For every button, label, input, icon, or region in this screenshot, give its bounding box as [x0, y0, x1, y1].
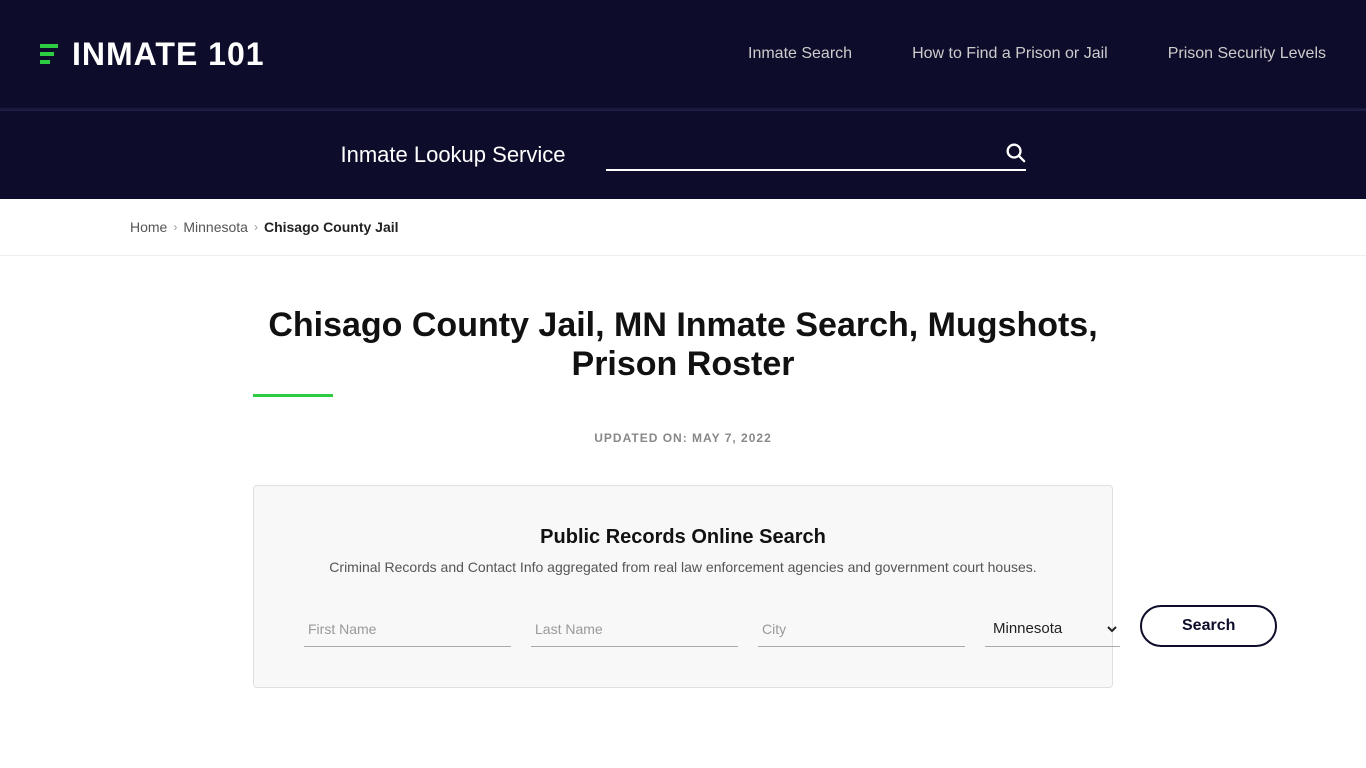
state-select-wrapper: AlabamaAlaskaArizonaArkansasCaliforniaCo… — [985, 611, 1120, 647]
search-input-wrapper — [606, 139, 1026, 171]
logo-text: INMATE 101 — [72, 36, 265, 73]
search-card-subtitle: Criminal Records and Contact Info aggreg… — [304, 559, 1062, 575]
search-bar: Inmate Lookup Service — [0, 110, 1366, 199]
breadcrumb-current: Chisago County Jail — [264, 219, 399, 235]
breadcrumb-state[interactable]: Minnesota — [183, 219, 248, 235]
chevron-icon: › — [173, 220, 177, 234]
search-icon-button[interactable] — [1004, 141, 1026, 163]
nav-links: Inmate Search How to Find a Prison or Ja… — [748, 45, 1326, 63]
search-form: AlabamaAlaskaArizonaArkansasCaliforniaCo… — [304, 605, 1062, 647]
last-name-field — [531, 613, 738, 647]
city-field — [758, 613, 965, 647]
nav-find-prison[interactable]: How to Find a Prison or Jail — [912, 45, 1108, 62]
navbar: INMATE 101 Inmate Search How to Find a P… — [0, 0, 1366, 110]
updated-date: UPDATED ON: MAY 7, 2022 — [253, 431, 1113, 445]
search-button[interactable]: Search — [1140, 605, 1277, 647]
first-name-field — [304, 613, 511, 647]
first-name-input[interactable] — [304, 613, 511, 647]
logo-link[interactable]: INMATE 101 — [40, 36, 265, 73]
nav-security-levels[interactable]: Prison Security Levels — [1168, 45, 1326, 62]
main-content: Chisago County Jail, MN Inmate Search, M… — [233, 256, 1133, 718]
search-card: Public Records Online Search Criminal Re… — [253, 485, 1113, 688]
city-input[interactable] — [758, 613, 965, 647]
logo-bars-icon — [40, 44, 58, 64]
breadcrumb-home[interactable]: Home — [130, 219, 167, 235]
nav-inmate-search[interactable]: Inmate Search — [748, 45, 852, 62]
last-name-input[interactable] — [531, 613, 738, 647]
search-card-title: Public Records Online Search — [304, 526, 1062, 549]
state-select[interactable]: AlabamaAlaskaArizonaArkansasCaliforniaCo… — [985, 611, 1120, 647]
search-icon — [1004, 141, 1026, 163]
search-input[interactable] — [606, 139, 1004, 165]
breadcrumb: Home › Minnesota › Chisago County Jail — [0, 199, 1366, 256]
chevron-icon-2: › — [254, 220, 258, 234]
search-bar-label: Inmate Lookup Service — [340, 142, 565, 168]
page-title: Chisago County Jail, MN Inmate Search, M… — [253, 306, 1113, 397]
